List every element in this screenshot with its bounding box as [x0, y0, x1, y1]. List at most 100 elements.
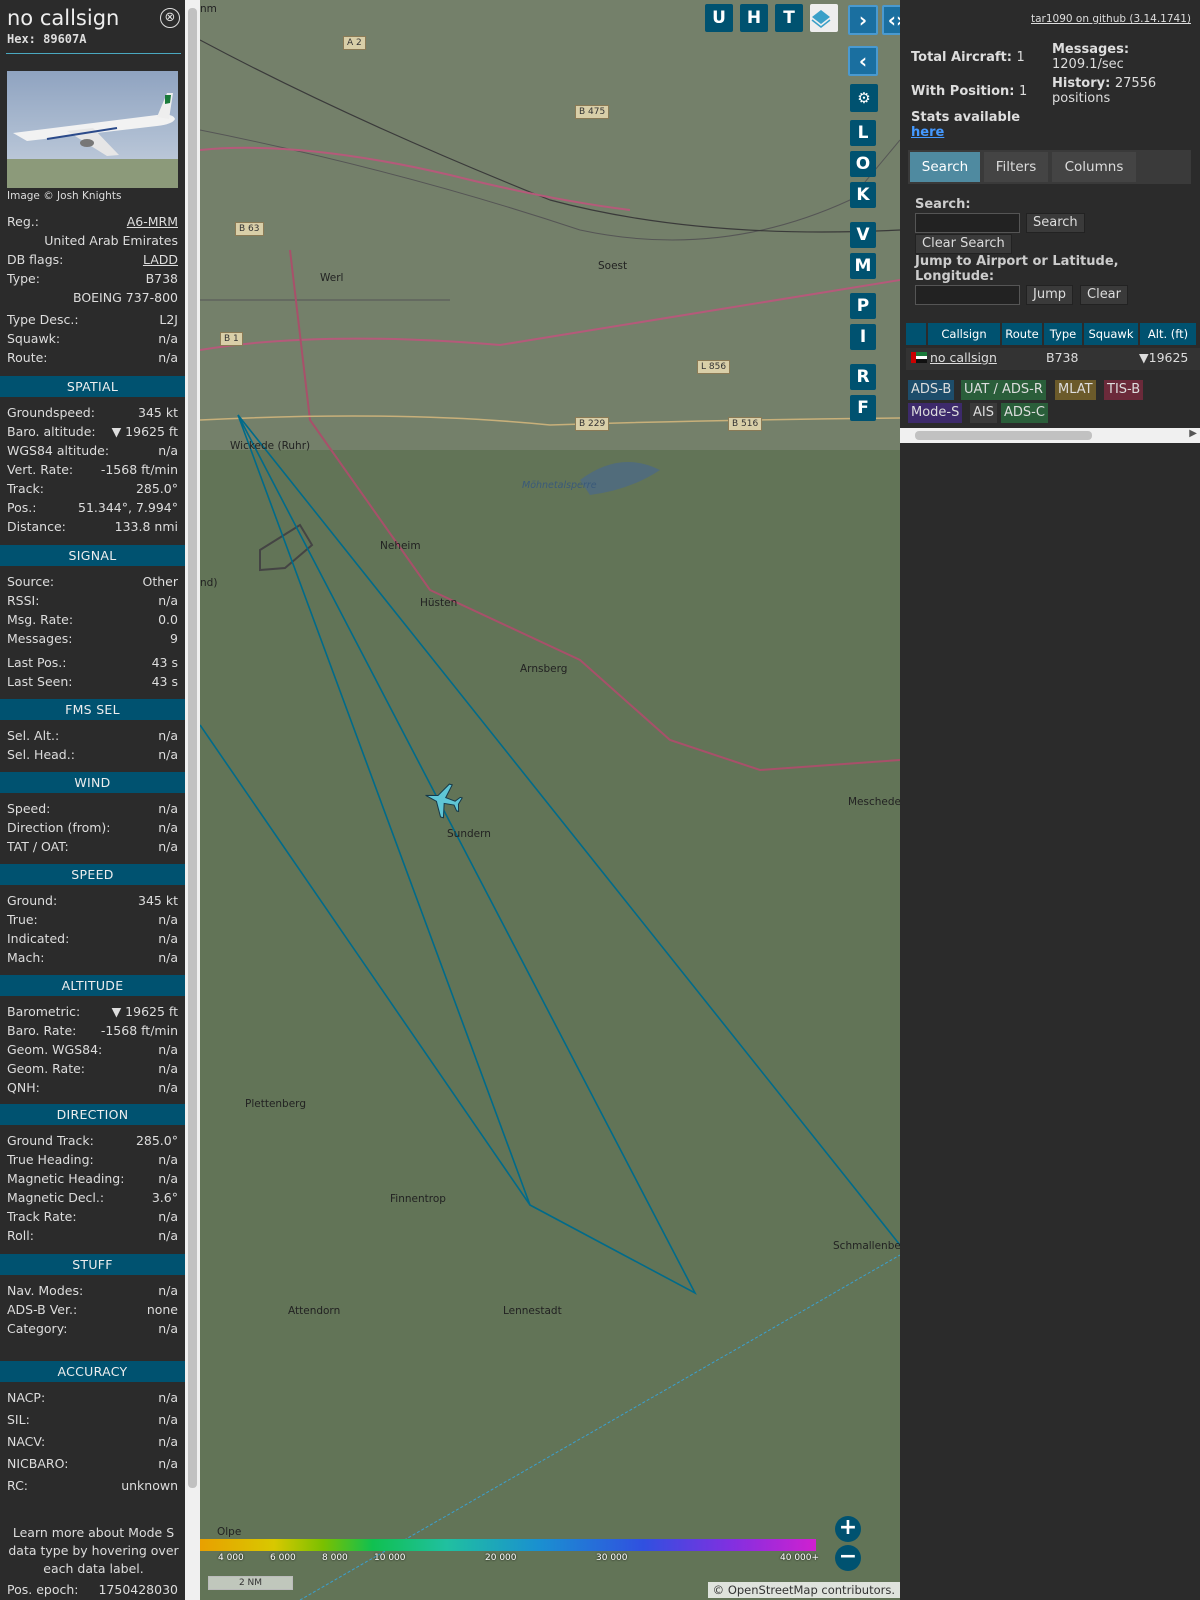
info-label[interactable]: QNH:: [7, 1079, 40, 1097]
table-header-flag[interactable]: [906, 323, 926, 345]
info-label[interactable]: Reg.:: [7, 213, 39, 231]
table-header-route[interactable]: Route: [1002, 323, 1042, 345]
info-label[interactable]: Mach:: [7, 949, 44, 967]
info-label[interactable]: True:: [7, 911, 38, 929]
aircraft-photo[interactable]: [7, 71, 178, 188]
toggle-m-button[interactable]: M: [850, 253, 876, 279]
source-badge[interactable]: ADS-C: [1001, 403, 1048, 423]
info-label[interactable]: Speed:: [7, 800, 50, 818]
toggle-o-button[interactable]: O: [850, 151, 876, 177]
info-label[interactable]: Ground Track:: [7, 1132, 94, 1150]
info-label[interactable]: WGS84 altitude:: [7, 442, 109, 460]
clear-button[interactable]: Clear: [1080, 285, 1128, 305]
zoom-out-button[interactable]: −: [835, 1545, 861, 1571]
tab-columns[interactable]: Columns: [1052, 152, 1136, 182]
info-label[interactable]: Magnetic Decl.:: [7, 1189, 104, 1207]
toggle-u-button[interactable]: U: [705, 4, 733, 32]
info-label[interactable]: Geom. WGS84:: [7, 1041, 102, 1059]
info-label[interactable]: True Heading:: [7, 1151, 94, 1169]
source-badge[interactable]: TIS-B: [1104, 380, 1144, 400]
info-label[interactable]: Ground:: [7, 892, 57, 910]
stats-link[interactable]: here: [911, 125, 944, 140]
toggle-l-button[interactable]: L: [850, 120, 876, 146]
info-label[interactable]: Roll:: [7, 1227, 34, 1245]
map-view[interactable]: nm Werl Soest Wickede (Ruhr) Neheim Hüst…: [200, 0, 900, 1600]
toggle-p-button[interactable]: P: [850, 293, 876, 319]
info-label[interactable]: Baro. altitude:: [7, 423, 96, 441]
info-label[interactable]: Category:: [7, 1320, 67, 1338]
info-label[interactable]: Track Rate:: [7, 1208, 77, 1226]
info-label[interactable]: Baro. Rate:: [7, 1022, 76, 1040]
zoom-in-button[interactable]: +: [835, 1516, 861, 1542]
info-label[interactable]: Barometric:: [7, 1003, 80, 1021]
info-label[interactable]: Msg. Rate:: [7, 611, 73, 629]
info-value[interactable]: LADD: [143, 251, 178, 269]
source-badge[interactable]: ADS-B: [908, 380, 955, 400]
source-badge[interactable]: Mode-S: [908, 403, 963, 423]
map-attribution[interactable]: © OpenStreetMap contributors.: [707, 1582, 900, 1598]
table-header-callsign[interactable]: Callsign: [928, 323, 1000, 345]
github-link[interactable]: tar1090 on github (3.14.1741): [1031, 13, 1191, 25]
info-label[interactable]: NACV:: [7, 1433, 45, 1451]
clear-search-button[interactable]: Clear Search: [915, 234, 1012, 254]
layers-icon[interactable]: [810, 4, 838, 32]
gear-icon[interactable]: ⚙: [850, 84, 878, 112]
info-label[interactable]: Last Pos.:: [7, 654, 66, 672]
info-label[interactable]: Type:: [7, 270, 40, 288]
table-header-altitude[interactable]: Alt. (ft): [1140, 323, 1196, 345]
info-label[interactable]: TAT / OAT:: [7, 838, 69, 856]
info-label[interactable]: Pos. epoch:: [7, 1581, 78, 1599]
info-label[interactable]: Groundspeed:: [7, 404, 95, 422]
info-label[interactable]: Nav. Modes:: [7, 1282, 83, 1300]
toggle-i-button[interactable]: I: [850, 324, 876, 350]
info-label[interactable]: Pos.:: [7, 499, 36, 517]
info-label[interactable]: Messages:: [7, 630, 73, 648]
info-label[interactable]: Sel. Alt.:: [7, 727, 59, 745]
tab-search[interactable]: Search: [910, 152, 980, 182]
info-label[interactable]: Distance:: [7, 518, 66, 536]
info-label[interactable]: Type Desc.:: [7, 311, 79, 329]
info-label[interactable]: RC:: [7, 1477, 28, 1495]
toggle-v-button[interactable]: V: [850, 222, 876, 248]
source-badge[interactable]: AIS: [970, 403, 997, 423]
info-value[interactable]: A6-MRM: [127, 213, 178, 231]
table-header-type[interactable]: Type: [1044, 323, 1082, 345]
table-header-squawk[interactable]: Squawk: [1084, 323, 1138, 345]
scroll-right-icon[interactable]: ▶: [1189, 428, 1197, 439]
toggle-r-button[interactable]: R: [850, 364, 876, 390]
info-label[interactable]: SIL:: [7, 1411, 30, 1429]
source-badge[interactable]: UAT / ADS-R: [961, 380, 1046, 400]
expand-horizontal-icon[interactable]: ‹›: [882, 5, 900, 35]
info-label[interactable]: Route:: [7, 349, 48, 367]
search-input[interactable]: [915, 213, 1020, 233]
table-horizontal-scrollbar[interactable]: ▶: [900, 428, 1200, 443]
toggle-k-button[interactable]: K: [850, 182, 876, 208]
info-label[interactable]: Squawk:: [7, 330, 60, 348]
toggle-t-button[interactable]: T: [775, 4, 803, 32]
info-label[interactable]: NICBARO:: [7, 1455, 68, 1473]
info-label[interactable]: Geom. Rate:: [7, 1060, 85, 1078]
tab-filters[interactable]: Filters: [984, 152, 1048, 182]
info-label[interactable]: Magnetic Heading:: [7, 1170, 124, 1188]
scrollbar-thumb[interactable]: [188, 8, 197, 1488]
info-label[interactable]: Indicated:: [7, 930, 69, 948]
scrollbar-thumb[interactable]: [915, 431, 1092, 440]
info-label[interactable]: Track:: [7, 480, 44, 498]
info-label[interactable]: Vert. Rate:: [7, 461, 73, 479]
row-callsign[interactable]: no callsign: [930, 350, 997, 370]
search-button[interactable]: Search: [1026, 213, 1085, 233]
info-label[interactable]: Direction (from):: [7, 819, 111, 837]
info-label[interactable]: NACP:: [7, 1389, 45, 1407]
toggle-h-button[interactable]: H: [740, 4, 768, 32]
info-label[interactable]: DB flags:: [7, 251, 63, 269]
info-label[interactable]: RSSI:: [7, 592, 39, 610]
jump-input[interactable]: [915, 285, 1020, 305]
close-icon[interactable]: ⊗: [160, 8, 180, 28]
info-label[interactable]: ADS-B Ver.:: [7, 1301, 77, 1319]
chevron-left-icon[interactable]: ‹: [848, 46, 878, 76]
toggle-f-button[interactable]: F: [850, 395, 876, 421]
source-badge[interactable]: MLAT: [1055, 380, 1096, 400]
sidebar-scrollbar[interactable]: [185, 0, 200, 1600]
info-label[interactable]: Sel. Head.:: [7, 746, 75, 764]
jump-button[interactable]: Jump: [1026, 285, 1073, 305]
